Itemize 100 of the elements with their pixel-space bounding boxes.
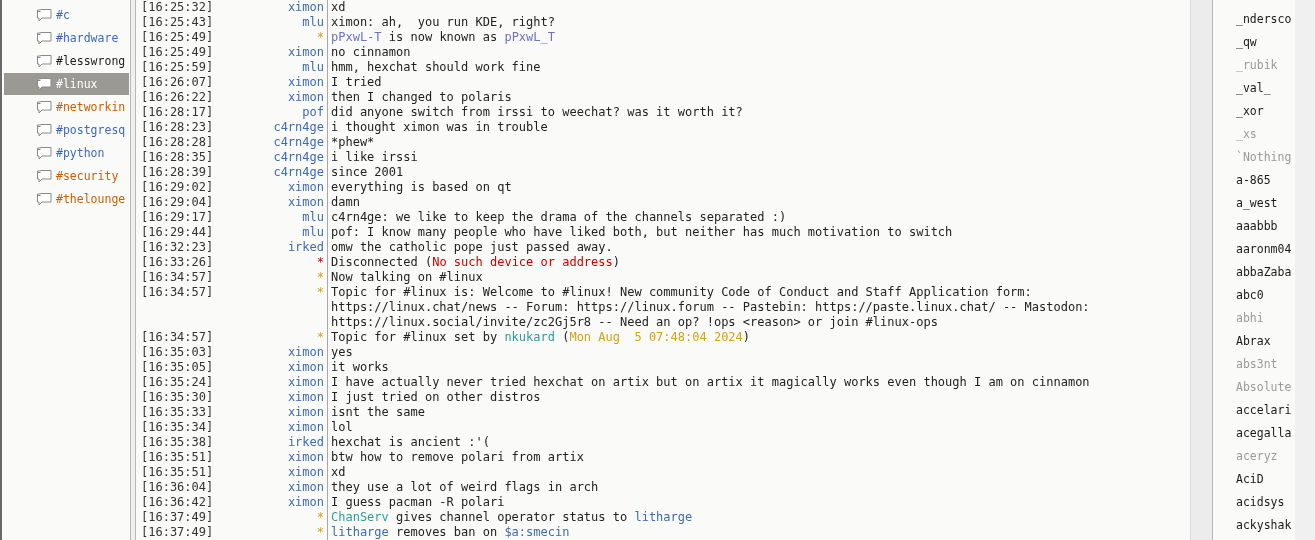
nickname: *	[315, 270, 325, 285]
channel-name: #c	[56, 8, 70, 22]
nickname: *	[315, 330, 325, 345]
channel-item[interactable]: #security	[4, 165, 129, 187]
user-item[interactable]: aaabbb	[1213, 215, 1295, 238]
timestamp: [16:26:07]	[140, 75, 211, 90]
timestamp: [16:29:02]	[140, 180, 211, 195]
timestamp: [16:25:49]	[140, 45, 211, 60]
user-item[interactable]: AciD	[1213, 468, 1295, 491]
timestamp: [16:34:57]	[140, 330, 211, 345]
channel-item[interactable]: #postgresq	[4, 119, 129, 141]
timestamp: [16:25:49]	[140, 30, 211, 45]
nickname: ximon	[286, 375, 325, 390]
user-item[interactable]: acidsys	[1213, 491, 1295, 514]
timestamp: [16:33:26]	[140, 255, 211, 270]
nickname: c4rn4ge	[272, 135, 325, 150]
timestamp: [16:35:05]	[140, 360, 211, 375]
nickname: mlu	[301, 210, 325, 225]
chat-bubble-icon	[36, 145, 53, 161]
chat-bubble-icon	[36, 191, 53, 207]
channel-name: #hardware	[56, 31, 119, 45]
nickname: mlu	[301, 60, 325, 75]
timestamp: [16:35:34]	[140, 420, 211, 435]
user-item[interactable]: ackyshak	[1213, 514, 1295, 537]
nickname: ximon	[286, 195, 325, 210]
timestamp: [16:25:43]	[140, 15, 211, 30]
nickname: c4rn4ge	[272, 120, 325, 135]
nickname: *	[315, 525, 325, 540]
timestamp: [16:37:49]	[140, 525, 211, 540]
user-item[interactable]: Abrax	[1213, 330, 1295, 353]
timestamp: [16:35:51]	[140, 465, 211, 480]
timestamp: [16:34:57]	[140, 270, 211, 285]
timestamp: [16:28:35]	[140, 150, 211, 165]
nickname: ximon	[286, 75, 325, 90]
user-item[interactable]: _qw	[1213, 31, 1295, 54]
nickname: ximon	[286, 45, 325, 60]
nickname: mlu	[301, 15, 325, 30]
timestamp: [16:28:28]	[140, 135, 211, 150]
channel-item[interactable]: #networkin	[4, 96, 129, 118]
timestamp: [16:25:32]	[140, 0, 211, 15]
nickname: *	[315, 510, 325, 525]
nickname: ximon	[286, 405, 325, 420]
scrollbar[interactable]	[1190, 0, 1212, 540]
chat-bubble-icon	[36, 168, 53, 184]
chat-bubble-icon	[36, 122, 53, 138]
user-item[interactable]: a_west	[1213, 192, 1295, 215]
channel-name: #postgresq	[56, 123, 126, 137]
channel-item[interactable]: #python	[4, 142, 129, 164]
timestamp: [16:35:24]	[140, 375, 211, 390]
nickname: pof	[301, 105, 325, 120]
nickname: ximon	[286, 465, 325, 480]
timestamp: [16:28:17]	[140, 105, 211, 120]
timestamp: [16:35:03]	[140, 345, 211, 360]
user-item[interactable]: aaronm04	[1213, 238, 1295, 261]
nickname: ximon	[286, 390, 325, 405]
timestamp: [16:29:17]	[140, 210, 211, 225]
timestamp: [16:32:23]	[140, 240, 211, 255]
channel-name: #lesswrong	[56, 54, 126, 68]
user-item[interactable]: _val_	[1213, 77, 1295, 100]
channel-name: #thelounge	[56, 192, 126, 206]
nickname: irked	[286, 240, 325, 255]
timestamp: [16:34:57]	[140, 285, 211, 301]
channel-item[interactable]: #thelounge	[4, 188, 129, 210]
user-item[interactable]: abbaZaba	[1213, 261, 1295, 284]
timestamp: [16:35:33]	[140, 405, 211, 420]
timestamp: [16:35:51]	[140, 450, 211, 465]
nickname: ximon	[286, 450, 325, 465]
timestamp: [16:35:38]	[140, 435, 211, 450]
chat-bubble-icon	[36, 7, 53, 23]
timestamp: [16:36:42]	[140, 495, 211, 510]
nickname: ximon	[286, 480, 325, 495]
nickname: *	[315, 285, 325, 301]
chat-bubble-icon	[36, 53, 53, 69]
user-item[interactable]: abc0	[1213, 284, 1295, 307]
channel-name: #security	[56, 169, 119, 183]
user-item[interactable]: accelari	[1213, 399, 1295, 422]
user-item[interactable]: acegalla	[1213, 422, 1295, 445]
channel-name: #linux	[56, 77, 98, 91]
nickname: ximon	[286, 345, 325, 360]
nickname: ximon	[286, 0, 325, 15]
channel-item[interactable]: #hardware	[4, 27, 129, 49]
timestamp: [16:28:39]	[140, 165, 211, 180]
user-item[interactable]: _ndersco	[1213, 8, 1295, 31]
timestamp: [16:36:04]	[140, 480, 211, 495]
channel-item[interactable]: #lesswrong	[4, 50, 129, 72]
chat-bubble-icon	[36, 76, 53, 92]
timestamp: [16:25:59]	[140, 60, 211, 75]
user-item[interactable]: _xor	[1213, 100, 1295, 123]
channel-item[interactable]: #c	[4, 4, 129, 26]
user-item[interactable]: a-865	[1213, 169, 1295, 192]
nickname: ximon	[286, 495, 325, 510]
timestamp: [16:29:44]	[140, 225, 211, 240]
chat-bubble-icon	[36, 99, 53, 115]
nickname: ximon	[286, 180, 325, 195]
nickname: irked	[286, 435, 325, 450]
timestamp: [16:37:49]	[140, 510, 211, 525]
nickname: ximon	[286, 360, 325, 375]
chat-bubble-icon	[36, 30, 53, 46]
nickname: mlu	[301, 225, 325, 240]
nickname: ximon	[286, 420, 325, 435]
